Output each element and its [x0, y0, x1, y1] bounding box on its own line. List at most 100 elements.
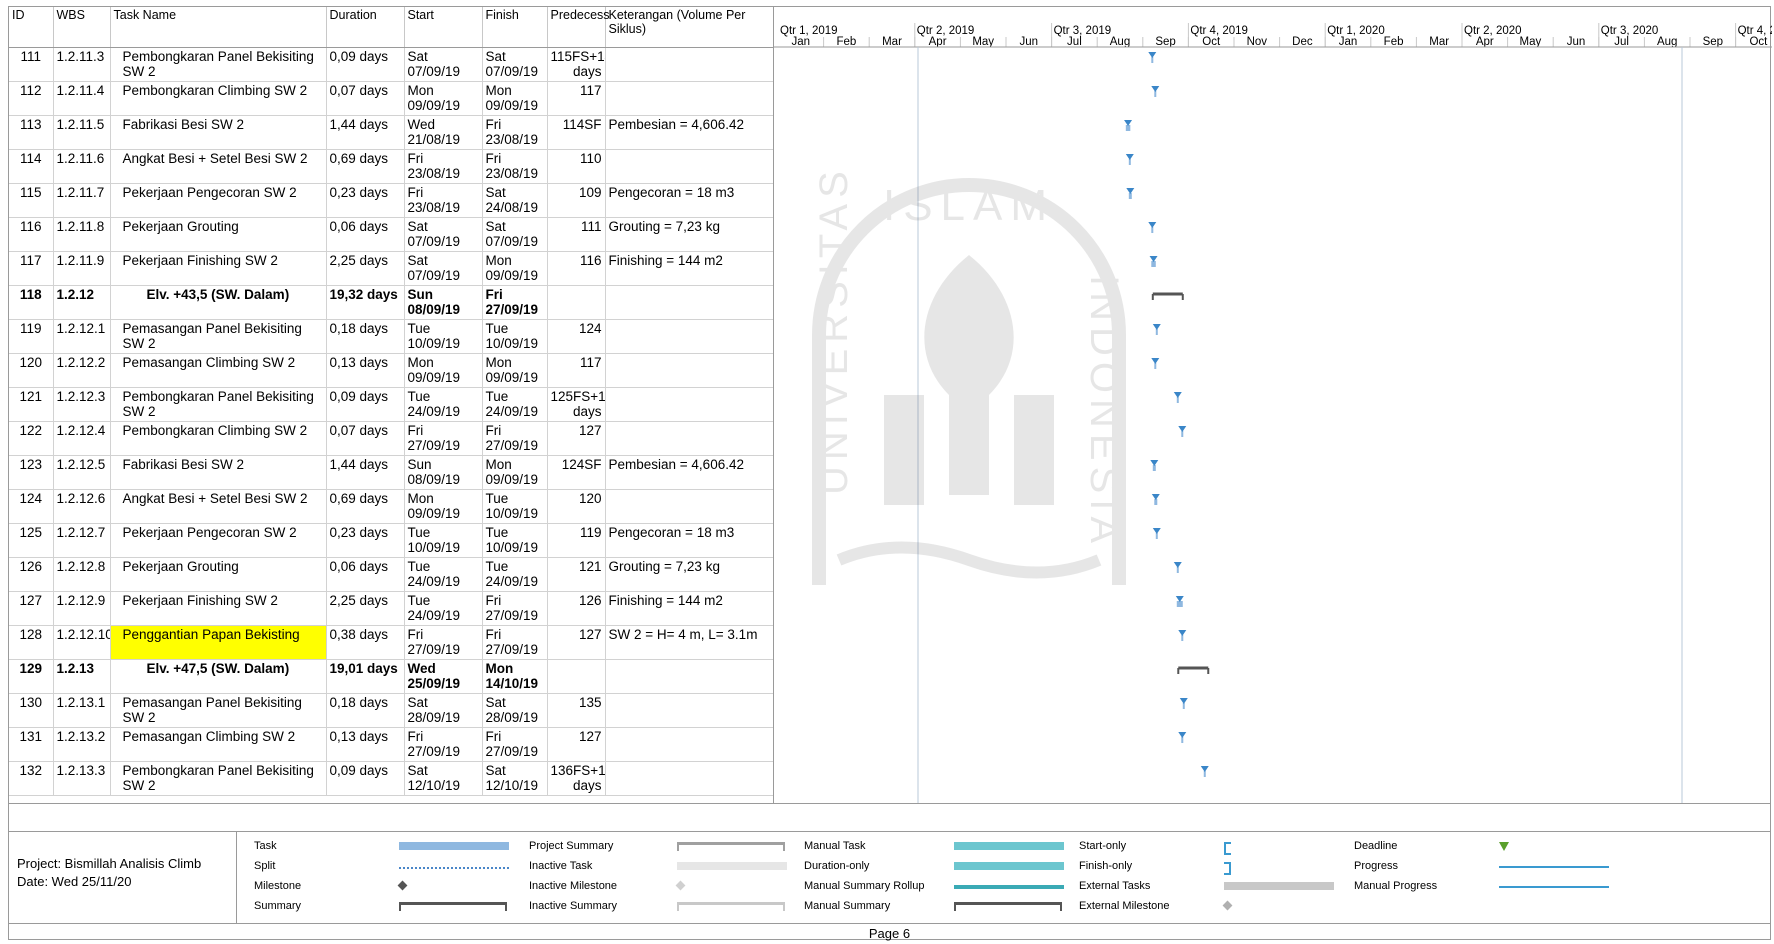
- table-row[interactable]: 128 1.2.12.10 Penggantian Papan Bekisting 0…: [9, 625, 774, 660]
- task-start[interactable]: Fri 23/08/19: [404, 149, 483, 184]
- task-id[interactable]: 114: [9, 149, 54, 184]
- task-finish[interactable]: Mon 09/09/19: [482, 81, 548, 116]
- task-notes[interactable]: [605, 319, 774, 354]
- task-predecessors[interactable]: [547, 659, 606, 694]
- task-finish[interactable]: Fri 27/09/19: [482, 421, 548, 456]
- task-notes[interactable]: [605, 387, 774, 422]
- task-wbs[interactable]: 1.2.12.9: [53, 591, 111, 626]
- task-duration[interactable]: 0,69 days: [326, 489, 405, 524]
- task-start[interactable]: Mon 09/09/19: [404, 489, 483, 524]
- task-start[interactable]: Sat 07/09/19: [404, 251, 483, 286]
- task-notes[interactable]: [605, 489, 774, 524]
- task-finish[interactable]: Sat 24/08/19: [482, 183, 548, 218]
- task-id[interactable]: 119: [9, 319, 54, 354]
- task-notes[interactable]: [605, 81, 774, 116]
- col-header-task-name[interactable]: Task Name: [110, 7, 327, 48]
- task-predecessors[interactable]: 119: [547, 523, 606, 558]
- task-duration[interactable]: 0,13 days: [326, 727, 405, 762]
- task-finish[interactable]: Fri 27/09/19: [482, 591, 548, 626]
- task-notes[interactable]: [605, 353, 774, 388]
- table-row[interactable]: 124 1.2.12.6 Angkat Besi + Setel Besi SW 2…: [9, 489, 774, 524]
- table-row[interactable]: 126 1.2.12.8 Pekerjaan Grouting 0,06 days Tu…: [9, 557, 774, 592]
- task-notes[interactable]: Finishing = 144 m2: [605, 251, 774, 286]
- task-id[interactable]: 122: [9, 421, 54, 456]
- task-wbs[interactable]: 1.2.12: [53, 285, 111, 320]
- table-row[interactable]: 125 1.2.12.7 Pekerjaan Pengecoran SW 2 0,23…: [9, 523, 774, 558]
- task-id[interactable]: 112: [9, 81, 54, 116]
- task-wbs[interactable]: 1.2.13.3: [53, 761, 111, 796]
- table-row[interactable]: 117 1.2.11.9 Pekerjaan Finishing SW 2 2,25 …: [9, 251, 774, 286]
- table-row[interactable]: 118 1.2.12 Elv. +43,5 (SW. Dalam) 19,32 day…: [9, 285, 774, 320]
- task-name[interactable]: Pembongkaran Climbing SW 2: [110, 81, 327, 116]
- task-id[interactable]: 115: [9, 183, 54, 218]
- task-finish[interactable]: Fri 27/09/19: [482, 285, 548, 320]
- task-predecessors[interactable]: 121: [547, 557, 606, 592]
- table-row[interactable]: 123 1.2.12.5 Fabrikasi Besi SW 2 1,44 days S…: [9, 455, 774, 490]
- task-finish[interactable]: Tue 10/09/19: [482, 523, 548, 558]
- task-finish[interactable]: Tue 10/09/19: [482, 489, 548, 524]
- task-predecessors[interactable]: 124: [547, 319, 606, 354]
- task-name[interactable]: Angkat Besi + Setel Besi SW 2: [110, 489, 327, 524]
- task-id[interactable]: 125: [9, 523, 54, 558]
- task-predecessors[interactable]: 117: [547, 81, 606, 116]
- task-notes[interactable]: [605, 47, 774, 82]
- task-wbs[interactable]: 1.2.12.3: [53, 387, 111, 422]
- table-row[interactable]: 122 1.2.12.4 Pembongkaran Climbing SW 2 0,0…: [9, 421, 774, 456]
- task-start[interactable]: Tue 24/09/19: [404, 591, 483, 626]
- task-predecessors[interactable]: 117: [547, 353, 606, 388]
- task-name[interactable]: Penggantian Papan Bekisting: [110, 625, 327, 660]
- task-notes[interactable]: [605, 727, 774, 762]
- task-start[interactable]: Sat 28/09/19: [404, 693, 483, 728]
- task-notes[interactable]: [605, 421, 774, 456]
- task-finish[interactable]: Fri 23/08/19: [482, 115, 548, 150]
- task-name[interactable]: Pemasangan Climbing SW 2: [110, 353, 327, 388]
- task-wbs[interactable]: 1.2.11.7: [53, 183, 111, 218]
- task-wbs[interactable]: 1.2.12.1: [53, 319, 111, 354]
- task-notes[interactable]: [605, 693, 774, 728]
- task-duration[interactable]: 0,23 days: [326, 183, 405, 218]
- col-header-start[interactable]: Start: [404, 7, 483, 48]
- task-predecessors[interactable]: 111: [547, 217, 606, 252]
- task-notes[interactable]: Grouting = 7,23 kg: [605, 557, 774, 592]
- task-id[interactable]: 120: [9, 353, 54, 388]
- task-wbs[interactable]: 1.2.11.4: [53, 81, 111, 116]
- table-row[interactable]: 111 1.2.11.3 Pembongkaran Panel Bekisiting…: [9, 47, 774, 82]
- task-id[interactable]: 127: [9, 591, 54, 626]
- task-id[interactable]: 132: [9, 761, 54, 796]
- task-finish[interactable]: Tue 10/09/19: [482, 319, 548, 354]
- task-duration[interactable]: 0,09 days: [326, 761, 405, 796]
- task-start[interactable]: Fri 27/09/19: [404, 625, 483, 660]
- task-predecessors[interactable]: 120: [547, 489, 606, 524]
- task-predecessors[interactable]: 116: [547, 251, 606, 286]
- task-start[interactable]: Mon 09/09/19: [404, 81, 483, 116]
- col-header-id[interactable]: ID: [9, 7, 54, 48]
- task-predecessors[interactable]: 127: [547, 625, 606, 660]
- task-wbs[interactable]: 1.2.11.9: [53, 251, 111, 286]
- task-wbs[interactable]: 1.2.12.7: [53, 523, 111, 558]
- task-start[interactable]: Tue 10/09/19: [404, 319, 483, 354]
- table-row[interactable]: 115 1.2.11.7 Pekerjaan Pengecoran SW 2 0,23…: [9, 183, 774, 218]
- table-row[interactable]: 120 1.2.12.2 Pemasangan Climbing SW 2 0,13 …: [9, 353, 774, 388]
- task-finish[interactable]: Mon 09/09/19: [482, 353, 548, 388]
- task-id[interactable]: 117: [9, 251, 54, 286]
- task-name[interactable]: Pembongkaran Climbing SW 2: [110, 421, 327, 456]
- task-duration[interactable]: 0,06 days: [326, 217, 405, 252]
- task-notes[interactable]: Pengecoran = 18 m3: [605, 183, 774, 218]
- task-duration[interactable]: 0,18 days: [326, 319, 405, 354]
- task-duration[interactable]: 0,07 days: [326, 421, 405, 456]
- table-row[interactable]: 116 1.2.11.8 Pekerjaan Grouting 0,06 days Sa…: [9, 217, 774, 252]
- col-header-finish[interactable]: Finish: [482, 7, 548, 48]
- task-notes[interactable]: Pengecoran = 18 m3: [605, 523, 774, 558]
- task-start[interactable]: Sat 07/09/19: [404, 47, 483, 82]
- col-header-keterangan[interactable]: Keterangan (Volume Per Siklus): [605, 7, 774, 48]
- task-id[interactable]: 129: [9, 659, 54, 694]
- task-start[interactable]: Tue 24/09/19: [404, 557, 483, 592]
- task-id[interactable]: 118: [9, 285, 54, 320]
- col-header-wbs[interactable]: WBS: [53, 7, 111, 48]
- task-name[interactable]: Elv. +47,5 (SW. Dalam): [110, 659, 327, 694]
- task-finish[interactable]: Tue 24/09/19: [482, 557, 548, 592]
- task-duration[interactable]: 0,69 days: [326, 149, 405, 184]
- task-duration[interactable]: 2,25 days: [326, 251, 405, 286]
- task-predecessors[interactable]: 115FS+14 days: [547, 47, 606, 82]
- task-notes[interactable]: Pembesian = 4,606.42: [605, 455, 774, 490]
